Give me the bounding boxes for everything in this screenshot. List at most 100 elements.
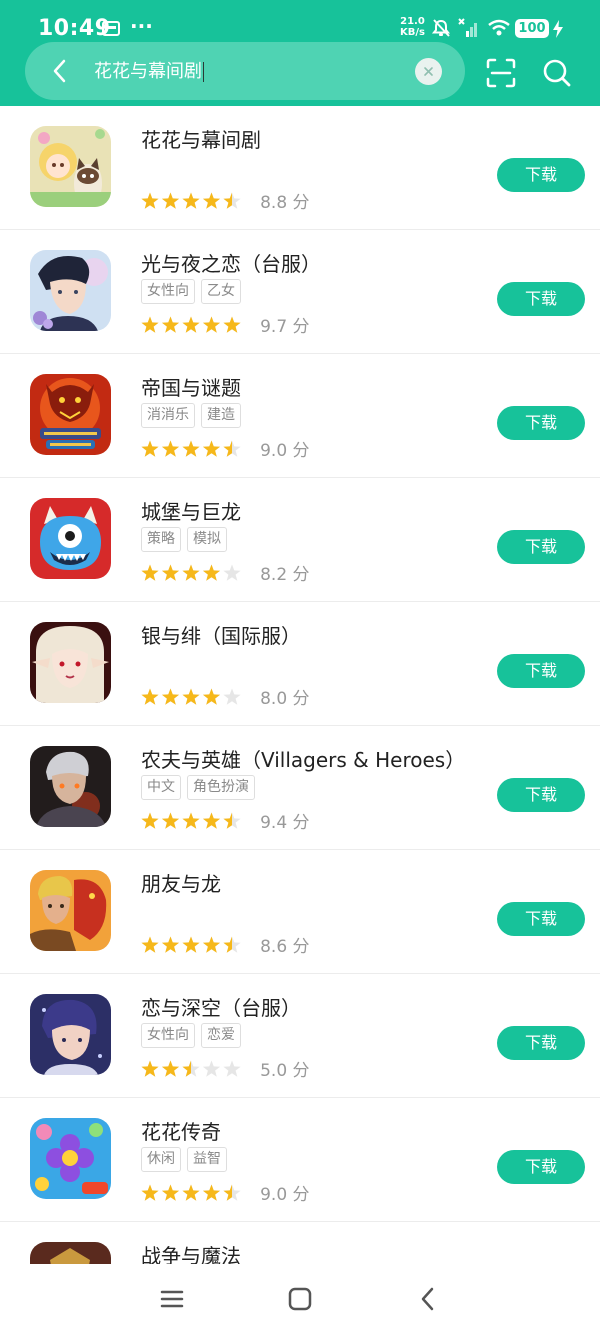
app-score: 8.2 分 [260, 565, 310, 585]
app-rating: 9.0 分 [141, 1180, 310, 1205]
star-filled [161, 192, 180, 209]
star-rating-icon [141, 1184, 241, 1201]
star-filled [141, 1060, 159, 1077]
list-item[interactable]: 农夫与英雄（Villagers & Heroes） 中文 角色扮演 9.4 分 下… [0, 726, 600, 850]
download-button[interactable]: 下载 [497, 654, 585, 688]
star-rating-icon [141, 1060, 241, 1077]
star-filled [182, 936, 200, 953]
star-filled [202, 1184, 221, 1201]
app-tag: 女性向 [141, 279, 195, 304]
list-item[interactable]: 花花传奇 休闲 益智 9.0 分 下载 [0, 1098, 600, 1222]
star-filled [182, 316, 200, 333]
list-item[interactable]: 朋友与龙 8.6 分 下载 [0, 850, 600, 974]
download-button[interactable]: 下载 [497, 1026, 585, 1060]
star-filled [182, 564, 200, 581]
signal-icon [458, 18, 477, 37]
list-item[interactable]: 银与绯（国际服） 8.0 分 下载 [0, 602, 600, 726]
home-icon[interactable] [285, 1284, 315, 1314]
star-rating-icon [141, 316, 241, 333]
app-name[interactable]: 农夫与英雄（Villagers & Heroes） [141, 744, 465, 773]
text-cursor [203, 62, 204, 82]
star-filled [202, 564, 221, 581]
app-icon[interactable] [30, 374, 111, 455]
app-name[interactable]: 帝国与谜题 [141, 372, 241, 401]
app-name[interactable]: 花花与幕间剧 [141, 124, 261, 153]
app-tag: 策略 [141, 527, 181, 552]
anime-man-portrait-icon [30, 250, 111, 331]
download-button[interactable]: 下载 [497, 406, 585, 440]
star-filled [161, 316, 180, 333]
star-filled [223, 316, 241, 333]
star-filled [141, 688, 159, 705]
star-filled [202, 812, 221, 829]
app-name[interactable]: 朋友与龙 [141, 868, 221, 897]
download-button[interactable]: 下载 [497, 902, 585, 936]
app-icon[interactable] [30, 498, 111, 579]
app-name[interactable]: 光与夜之恋（台服） [141, 248, 321, 277]
app-name[interactable]: 城堡与巨龙 [141, 496, 241, 525]
star-filled [161, 440, 180, 457]
app-icon[interactable] [30, 994, 111, 1075]
app-name[interactable]: 银与绯（国际服） [141, 620, 301, 649]
app-rating: 8.6 分 [141, 932, 310, 957]
list-item[interactable]: 花花与幕间剧 8.8 分 下载 [0, 106, 600, 230]
app-tags: 休闲 益智 [141, 1147, 233, 1173]
list-item[interactable]: 光与夜之恋（台服） 女性向 乙女 9.7 分 下载 [0, 230, 600, 354]
star-filled [141, 564, 159, 581]
dragon-emblem-icon [30, 374, 111, 455]
status-bar: 10:49 ··· 21.0 KB/s 100 [0, 0, 600, 41]
app-name[interactable]: 战争与魔法 [141, 1240, 241, 1264]
search-bar[interactable]: 花花与幕间剧 [25, 42, 465, 100]
app-icon[interactable] [30, 746, 111, 827]
star-filled [202, 192, 221, 209]
back-arrow-icon[interactable] [43, 54, 77, 88]
search-icon[interactable] [540, 56, 574, 90]
back-icon[interactable] [413, 1284, 443, 1314]
message-notification-icon [102, 21, 120, 36]
app-score: 9.7 分 [260, 317, 310, 337]
app-rating: 9.0 分 [141, 436, 310, 461]
download-button[interactable]: 下载 [497, 158, 585, 192]
app-score: 8.6 分 [260, 937, 310, 957]
star-empty [223, 564, 241, 581]
search-input[interactable]: 花花与幕间剧 [94, 57, 204, 83]
mute-icon [431, 19, 451, 37]
scan-icon[interactable] [484, 56, 518, 90]
app-rating: 5.0 分 [141, 1056, 310, 1081]
star-filled [182, 1184, 200, 1201]
menu-icon[interactable] [157, 1284, 187, 1314]
star-filled [161, 936, 180, 953]
download-button[interactable]: 下载 [497, 1150, 585, 1184]
download-button[interactable]: 下载 [497, 530, 585, 564]
star-filled [202, 688, 221, 705]
app-name[interactable]: 花花传奇 [141, 1116, 221, 1145]
search-results-list[interactable]: 花花与幕间剧 8.8 分 下载 光与夜之恋（台服） 女性向 乙女 9.7 分 下… [0, 106, 600, 1264]
app-tag: 女性向 [141, 1023, 195, 1048]
clear-search-icon[interactable] [415, 58, 442, 85]
app-icon[interactable] [30, 126, 111, 207]
network-speed: 21.0 KB/s [400, 16, 425, 38]
list-item[interactable]: 恋与深空（台服） 女性向 恋爱 5.0 分 下载 [0, 974, 600, 1098]
app-icon[interactable] [30, 622, 111, 703]
wifi-icon [488, 19, 510, 36]
app-rating: 8.8 分 [141, 188, 310, 213]
star-filled [182, 812, 200, 829]
app-icon[interactable] [30, 250, 111, 331]
star-filled [202, 936, 221, 953]
download-button[interactable]: 下载 [497, 778, 585, 812]
star-filled [182, 192, 200, 209]
list-item[interactable]: 战争与魔法 [0, 1222, 600, 1264]
list-item[interactable]: 城堡与巨龙 策略 模拟 8.2 分 下载 [0, 478, 600, 602]
list-item[interactable]: 帝国与谜题 消消乐 建造 9.0 分 下载 [0, 354, 600, 478]
star-filled [141, 1184, 159, 1201]
star-empty [202, 1060, 221, 1077]
download-button[interactable]: 下载 [497, 282, 585, 316]
app-icon[interactable] [30, 1242, 111, 1264]
app-icon[interactable] [30, 870, 111, 951]
star-rating-icon [141, 936, 241, 953]
app-tag: 建造 [201, 403, 241, 428]
app-tags: 策略 模拟 [141, 527, 233, 553]
app-icon[interactable] [30, 1118, 111, 1199]
star-filled [141, 316, 159, 333]
app-name[interactable]: 恋与深空（台服） [141, 992, 301, 1021]
